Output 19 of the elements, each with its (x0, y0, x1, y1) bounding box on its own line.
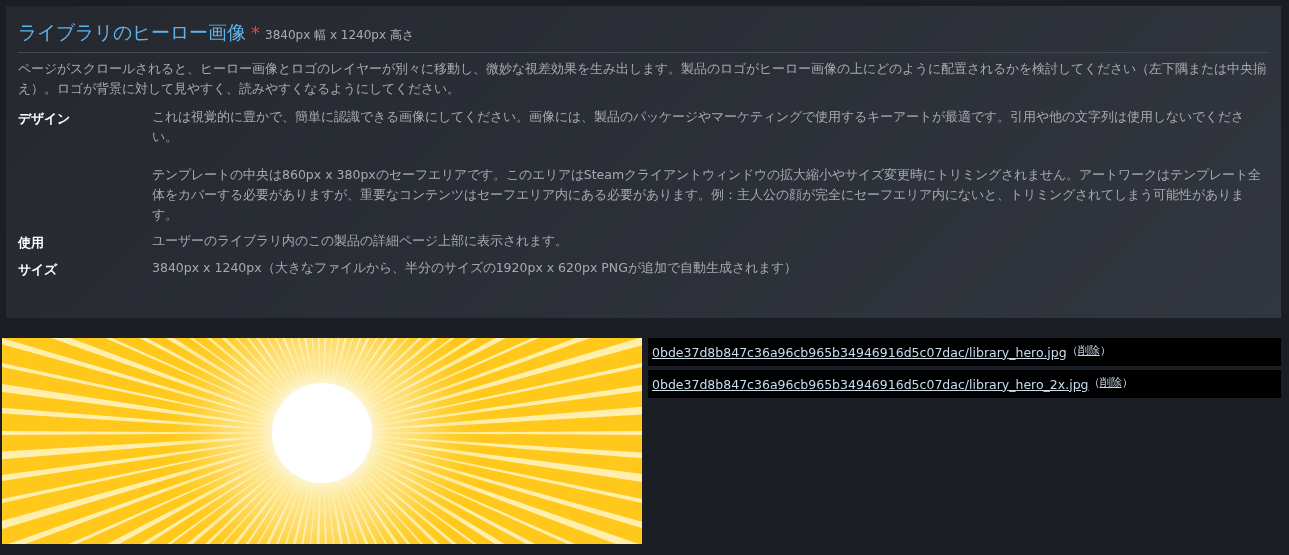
paren-text: ） (1099, 343, 1111, 358)
file-link[interactable]: 0bde37d8b847c36a96cb965b34946916d5c07dac/library_hero_2x.jpg (652, 376, 1089, 392)
detail-text: テンプレートの中央は860px x 380pxのセーフエリアです。このエリアはSteamクライアントウィンドウの拡大縮小やサイズ変更時にトリミングされません。アートワークはテンプレート全体をカバーする必要がありますが、重要なコンテンツはセーフエリア内にある必要があります。例：主人公の顔が完全にセーフエリア内にないと、トリミングされてしまう可能性があります。 (152, 166, 1263, 224)
detail-text: 3840px x 1240px（大きなファイルから、半分のサイズの1920px x 620px PNGが追加で自動生成されます） (152, 259, 798, 277)
paren-text: （ (1066, 343, 1078, 358)
dimensions-text: 3840px 幅 x 1240px 高さ (265, 27, 414, 44)
file-link[interactable]: 0bde37d8b847c36a96cb965b34946916d5c07dac/library_hero.jpg (652, 344, 1067, 360)
paren-text: ） (1121, 375, 1133, 390)
detail-text: ユーザーのライブラリ内のこの製品の詳細ページ上部に表示されます。 (152, 232, 569, 250)
detail-label: デザイン (18, 110, 71, 128)
paren-text: （ (1088, 375, 1100, 390)
detail-text: これは視覚的に豊かで、簡単に認識できる画像にしてください。画像には、製品のパッケージやマーケティングで使用するキーアートが最適です。引用や他の文字列は使用しないでください。 (152, 108, 1245, 146)
delete-link[interactable]: 削除 (1099, 375, 1122, 390)
intro-text: ページがスクロールされると、ヒーロー画像とロゴのレイヤーが別々に移動し、微妙な視差効果を生み出します。製品のロゴがヒーロー画像の上にどのように配置されるかを検討してください（左下隅または中央揃え）。ロゴが背景に対して見やすく、読みやすくなるようにしてください。 (18, 60, 1267, 98)
detail-label: 使用 (18, 234, 45, 252)
section-title: ライブラリのヒーロー画像 (18, 20, 246, 45)
required-mark: * (251, 22, 260, 43)
detail-label: サイズ (18, 261, 59, 279)
delete-link[interactable]: 削除 (1077, 343, 1100, 358)
